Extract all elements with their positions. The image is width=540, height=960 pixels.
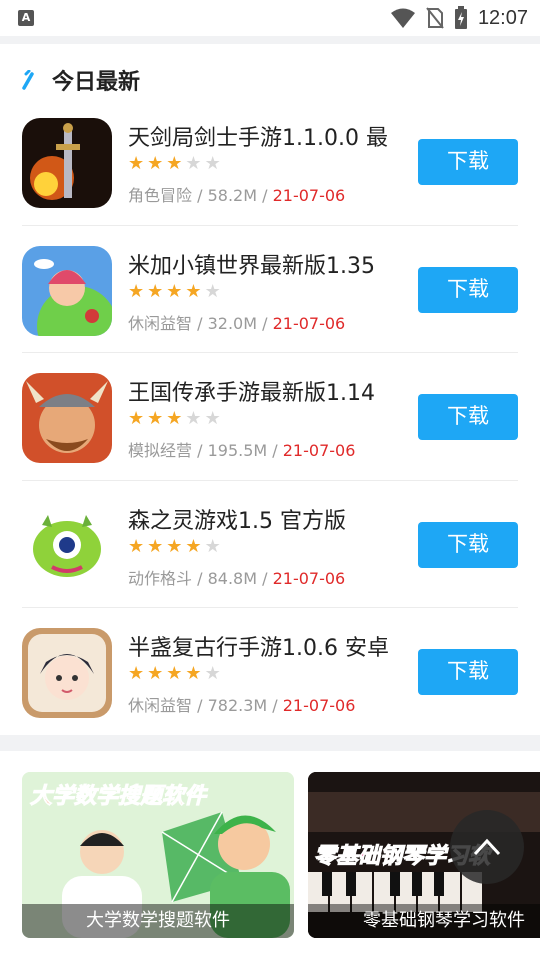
banner-card-1[interactable]: 大学数学搜题软件 大学数学搜题软件 — [22, 772, 294, 938]
star-filled-icon: ★ — [166, 153, 183, 174]
wifi-icon — [390, 8, 415, 28]
star-filled-icon: ★ — [166, 408, 183, 429]
star-filled-icon: ★ — [147, 408, 164, 429]
star-filled-icon: ★ — [147, 280, 164, 302]
app-list-item[interactable]: 天剑局剑士手游1.1.0.0 最 ★ ★ ★ ★ ★ 角色冒险 / 58.2M / 21… — [22, 98, 518, 226]
banner-art-title: 大学数学搜题软件 — [29, 784, 207, 810]
star-empty-icon: ★ — [185, 408, 202, 429]
app-list-item[interactable]: 森之灵游戏1.5 官方版 ★ ★ ★ ★ ★ 动作格斗 / 84.8M / 21-07-… — [22, 481, 518, 608]
star-empty-icon: ★ — [185, 153, 202, 174]
star-filled-icon: ★ — [128, 535, 145, 557]
anime-girl-icon[interactable] — [22, 628, 112, 718]
cartoon-town-icon[interactable] — [22, 245, 112, 336]
app-size: 58.2M — [207, 186, 258, 205]
download-button[interactable]: 下载 — [418, 394, 518, 440]
download-button[interactable]: 下载 — [418, 649, 518, 695]
app-meta: 动作格斗 / 84.8M / 21-07-06 — [128, 568, 346, 588]
app-size: 782.3M — [207, 696, 268, 715]
star-empty-icon: ★ — [204, 408, 221, 429]
app-name[interactable]: 天剑局剑士手游1.1.0.0 最 — [128, 120, 404, 152]
green-monster-icon[interactable] — [22, 500, 112, 591]
app-list-item[interactable]: 王国传承手游最新版1.14 ★ ★ ★ ★ ★ 模拟经营 / 195.5M / 21-0… — [22, 353, 518, 481]
rating-stars: ★ ★ ★ ★ ★ — [128, 535, 221, 557]
sword-game-icon[interactable] — [22, 118, 112, 208]
banner-caption: 大学数学搜题软件 — [22, 904, 294, 938]
app-name[interactable]: 半盏复古行手游1.0.6 安卓 — [128, 630, 404, 662]
star-filled-icon: ★ — [185, 663, 202, 684]
scroll-to-top-button[interactable] — [450, 810, 524, 884]
app-date: 21-07-06 — [272, 313, 346, 333]
star-filled-icon: ★ — [128, 280, 145, 302]
app-category: 休闲益智 — [128, 696, 193, 715]
app-size: 84.8M — [207, 568, 258, 588]
section-divider — [0, 36, 540, 44]
app-date: 21-07-06 — [282, 696, 356, 715]
rating-stars: ★ ★ ★ ★ ★ — [128, 280, 221, 302]
status-icons: 12:07 — [390, 4, 528, 32]
section-divider-2 — [0, 735, 540, 751]
star-filled-icon: ★ — [166, 535, 183, 557]
app-category: 角色冒险 — [128, 186, 193, 205]
star-filled-icon: ★ — [185, 535, 202, 557]
notification-a-icon: A — [18, 10, 34, 26]
rating-stars: ★ ★ ★ ★ ★ — [128, 410, 221, 428]
section-accent-icon — [22, 70, 34, 90]
app-date: 21-07-06 — [272, 568, 346, 588]
app-category: 休闲益智 — [128, 313, 193, 333]
app-meta: 角色冒险 / 58.2M / 21-07-06 — [128, 186, 346, 205]
app-list: 天剑局剑士手游1.1.0.0 最 ★ ★ ★ ★ ★ 角色冒险 / 58.2M / 21… — [0, 98, 540, 736]
clock: 12:07 — [477, 6, 528, 29]
star-filled-icon: ★ — [128, 408, 145, 429]
star-filled-icon: ★ — [166, 663, 183, 684]
star-filled-icon: ★ — [128, 153, 145, 174]
app-list-item[interactable]: 半盏复古行手游1.0.6 安卓 ★ ★ ★ ★ ★ 休闲益智 / 782.3M / 21… — [22, 608, 518, 736]
app-size: 195.5M — [207, 441, 268, 460]
app-meta: 模拟经营 / 195.5M / 21-07-06 — [128, 441, 356, 460]
app-date: 21-07-06 — [282, 441, 356, 460]
app-meta: 休闲益智 / 782.3M / 21-07-06 — [128, 696, 356, 715]
app-size: 32.0M — [207, 313, 258, 333]
app-name[interactable]: 米加小镇世界最新版1.35 — [128, 248, 404, 280]
star-filled-icon: ★ — [128, 663, 145, 684]
app-name[interactable]: 王国传承手游最新版1.14 — [128, 375, 404, 407]
no-sim-icon — [426, 7, 444, 29]
star-filled-icon: ★ — [147, 535, 164, 557]
download-button[interactable]: 下载 — [418, 139, 518, 185]
battery-charging-icon — [454, 6, 467, 29]
star-filled-icon: ★ — [185, 280, 202, 302]
app-category: 模拟经营 — [128, 441, 193, 460]
section-title: 今日最新 — [52, 70, 141, 95]
banner-caption: 零基础钢琴学习软件 — [308, 904, 540, 938]
star-filled-icon: ★ — [147, 663, 164, 684]
chevron-up-icon — [473, 838, 501, 856]
star-empty-icon: ★ — [204, 280, 221, 302]
app-name[interactable]: 森之灵游戏1.5 官方版 — [128, 503, 404, 535]
app-list-item[interactable]: 米加小镇世界最新版1.35 ★ ★ ★ ★ ★ 休闲益智 / 32.0M / 21-07… — [22, 226, 518, 353]
rating-stars: ★ ★ ★ ★ ★ — [128, 155, 221, 173]
download-button[interactable]: 下载 — [418, 521, 518, 568]
star-empty-icon: ★ — [204, 663, 221, 684]
star-filled-icon: ★ — [147, 153, 164, 174]
app-meta: 休闲益智 / 32.0M / 21-07-06 — [128, 313, 346, 333]
star-filled-icon: ★ — [166, 280, 183, 302]
star-empty-icon: ★ — [204, 535, 221, 557]
viking-warrior-icon[interactable] — [22, 373, 112, 463]
status-bar: A 12:07 — [0, 0, 540, 36]
download-button[interactable]: 下载 — [418, 266, 518, 313]
app-date: 21-07-06 — [272, 186, 346, 205]
rating-stars: ★ ★ ★ ★ ★ — [128, 665, 221, 683]
star-empty-icon: ★ — [204, 153, 221, 174]
app-category: 动作格斗 — [128, 568, 193, 588]
